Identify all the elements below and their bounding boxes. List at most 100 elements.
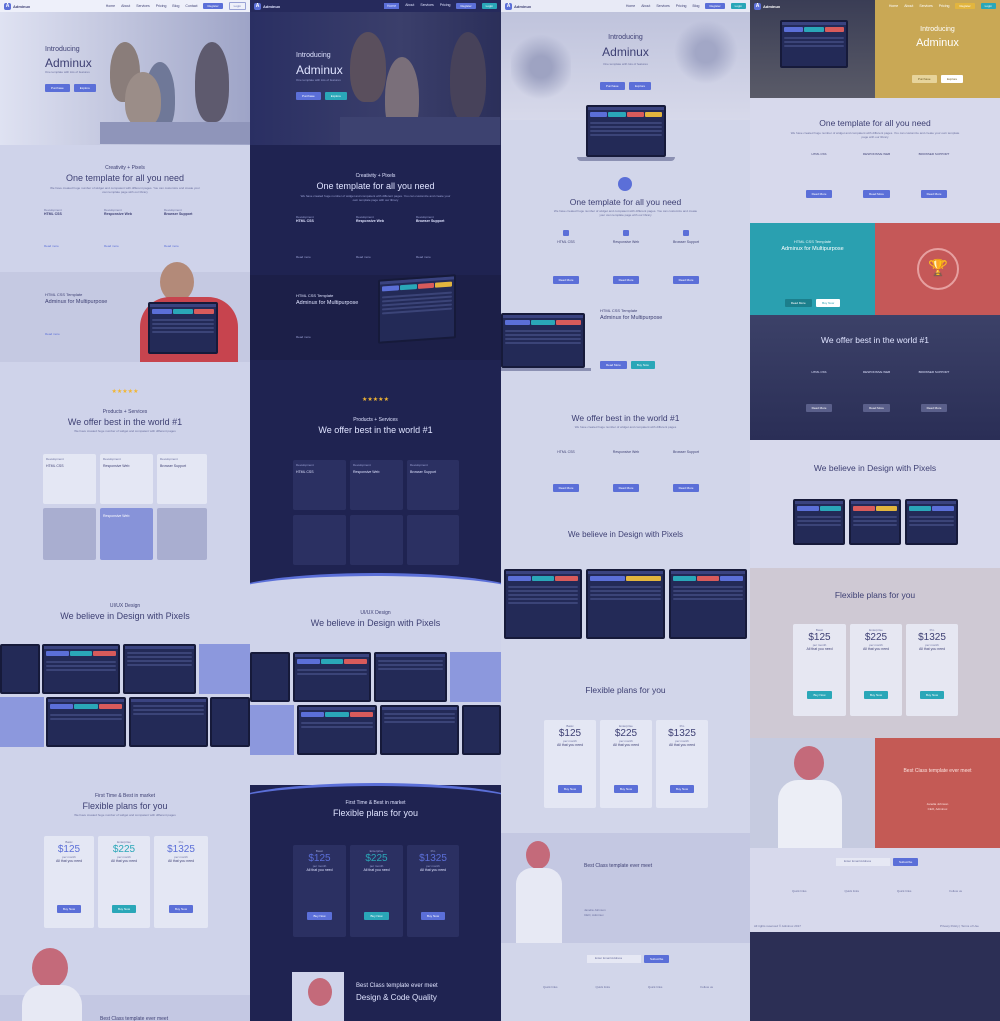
- service-card[interactable]: Development Browser Support: [407, 460, 459, 510]
- read-more-button[interactable]: Read More: [612, 484, 640, 492]
- multipurpose-title: Adminux for Multipurpose: [45, 299, 108, 305]
- register-button[interactable]: Register: [203, 3, 223, 9]
- buy-now-button[interactable]: Buy Now: [807, 691, 832, 699]
- read-more-button[interactable]: Read More: [805, 404, 833, 412]
- nav-item[interactable]: Services: [136, 4, 149, 8]
- read-more-button[interactable]: Read More: [863, 190, 890, 198]
- explore-button[interactable]: Explore: [628, 82, 652, 90]
- buy-now-button[interactable]: Buy Now: [863, 691, 888, 699]
- subscribe-button[interactable]: Subscribe: [893, 858, 919, 866]
- buy-now-button[interactable]: Buy Now: [613, 785, 638, 793]
- brand-logo[interactable]: A Adminux: [754, 2, 780, 10]
- nav-item[interactable]: About: [641, 4, 650, 8]
- service-card[interactable]: [407, 515, 459, 565]
- login-button[interactable]: Login: [730, 3, 746, 9]
- service-card[interactable]: Development HTML CSS: [293, 460, 346, 510]
- read-more-button[interactable]: Read More: [920, 404, 948, 412]
- nav-item[interactable]: Services: [656, 4, 669, 8]
- subscribe-form: Enter Email Address Subscribe: [836, 858, 919, 866]
- nav-item[interactable]: Home: [626, 4, 635, 8]
- html-icon: [563, 230, 569, 236]
- nav-item[interactable]: About: [121, 4, 130, 8]
- buy-now-button[interactable]: Buy Now: [56, 905, 81, 913]
- buy-now-button[interactable]: Buy Now: [919, 691, 944, 699]
- service-card[interactable]: [350, 515, 403, 565]
- buy-now-button[interactable]: Buy Now: [816, 299, 841, 307]
- email-input[interactable]: Enter Email Address: [836, 858, 890, 866]
- nav-item[interactable]: Home: [889, 4, 898, 8]
- feature-list: Development HTML CSS Read more Development…: [296, 215, 466, 259]
- register-button[interactable]: Register: [456, 3, 476, 9]
- nav-item[interactable]: Pricing: [939, 4, 950, 8]
- read-more-link[interactable]: Read more: [296, 335, 311, 339]
- nav-item[interactable]: About: [904, 4, 913, 8]
- service-card[interactable]: [43, 508, 96, 560]
- brand-logo[interactable]: A Adminux: [254, 2, 280, 10]
- buy-now-button[interactable]: Buy Now: [364, 912, 389, 920]
- read-more-button[interactable]: Read More: [612, 276, 640, 284]
- read-more-link[interactable]: Read more: [296, 255, 346, 259]
- buy-now-button[interactable]: Buy Now: [111, 905, 136, 913]
- plans-title: Flexible plans for you: [82, 801, 168, 811]
- nav-item[interactable]: Services: [420, 3, 433, 9]
- nav-item[interactable]: Blog: [692, 4, 699, 8]
- brand-logo[interactable]: A Adminux: [4, 2, 30, 10]
- read-more-button[interactable]: Read More: [784, 299, 812, 307]
- nav-item[interactable]: Home: [106, 4, 115, 8]
- buy-now-button[interactable]: Buy Now: [168, 905, 193, 913]
- subscribe-button[interactable]: Subscribe: [644, 955, 670, 963]
- nav-item[interactable]: Blog: [172, 4, 179, 8]
- buy-now-button[interactable]: Buy Now: [630, 361, 655, 369]
- read-more-link[interactable]: Read more: [356, 255, 406, 259]
- read-more-link[interactable]: Read more: [104, 244, 154, 248]
- nav-item[interactable]: Home: [383, 3, 400, 9]
- buy-now-button[interactable]: Buy Now: [307, 912, 332, 920]
- service-card[interactable]: [293, 515, 346, 565]
- read-more-button[interactable]: Read More: [863, 404, 890, 412]
- nav-item[interactable]: Pricing: [440, 3, 451, 9]
- read-more-link[interactable]: Read more: [416, 255, 466, 259]
- nav-item[interactable]: Pricing: [156, 4, 167, 8]
- login-button[interactable]: Login: [980, 3, 996, 9]
- service-card[interactable]: Development Browser Support: [157, 454, 207, 504]
- service-card[interactable]: Development Responsive Web: [100, 454, 153, 504]
- register-button[interactable]: Register: [705, 3, 725, 9]
- copyright: All rights reserved © Adminux 2017: [754, 924, 801, 928]
- brand-logo[interactable]: A Adminux: [505, 2, 531, 10]
- login-button[interactable]: Login: [481, 3, 497, 9]
- read-more-button[interactable]: Read More: [552, 276, 580, 284]
- service-card[interactable]: Development HTML CSS: [43, 454, 96, 504]
- service-card[interactable]: Development Responsive Web: [350, 460, 403, 510]
- feature-item: Development HTML CSS Read more: [44, 208, 94, 248]
- legal-links[interactable]: Privacy Policy | Terms of Use: [940, 924, 979, 928]
- read-more-link[interactable]: Read more: [45, 332, 60, 336]
- buy-now-button[interactable]: Buy Now: [557, 785, 582, 793]
- register-button[interactable]: Register: [955, 3, 975, 9]
- read-more-button[interactable]: Read More: [672, 276, 700, 284]
- explore-button[interactable]: Explore: [73, 84, 96, 92]
- read-more-button[interactable]: Read More: [672, 484, 700, 492]
- nav-item[interactable]: Services: [919, 4, 932, 8]
- read-more-button[interactable]: Read More: [805, 190, 833, 198]
- purchase-button[interactable]: Purchase: [599, 82, 625, 90]
- nav-item[interactable]: Contact: [185, 4, 197, 8]
- buy-now-button[interactable]: Buy Now: [669, 785, 694, 793]
- read-more-link[interactable]: Read more: [44, 244, 94, 248]
- purchase-button[interactable]: Purchase: [911, 75, 937, 83]
- nav-item[interactable]: About: [405, 3, 414, 9]
- explore-button[interactable]: Explore: [324, 92, 347, 100]
- login-button[interactable]: Login: [228, 2, 246, 10]
- purchase-button[interactable]: Purchase: [45, 84, 70, 92]
- design-title: We believe in Design with Pixels: [310, 618, 441, 628]
- nav-item[interactable]: Pricing: [676, 4, 687, 8]
- buy-now-button[interactable]: Buy Now: [420, 912, 445, 920]
- read-more-button[interactable]: Read More: [600, 361, 627, 369]
- read-more-button[interactable]: Read More: [920, 190, 948, 198]
- service-card[interactable]: [157, 508, 207, 560]
- read-more-link[interactable]: Read more: [164, 244, 214, 248]
- service-card-active[interactable]: Responsive Web: [100, 508, 153, 560]
- email-input[interactable]: Enter Email Address: [587, 955, 641, 963]
- read-more-button[interactable]: Read More: [552, 484, 580, 492]
- purchase-button[interactable]: Purchase: [296, 92, 321, 100]
- explore-button[interactable]: Explore: [940, 75, 964, 83]
